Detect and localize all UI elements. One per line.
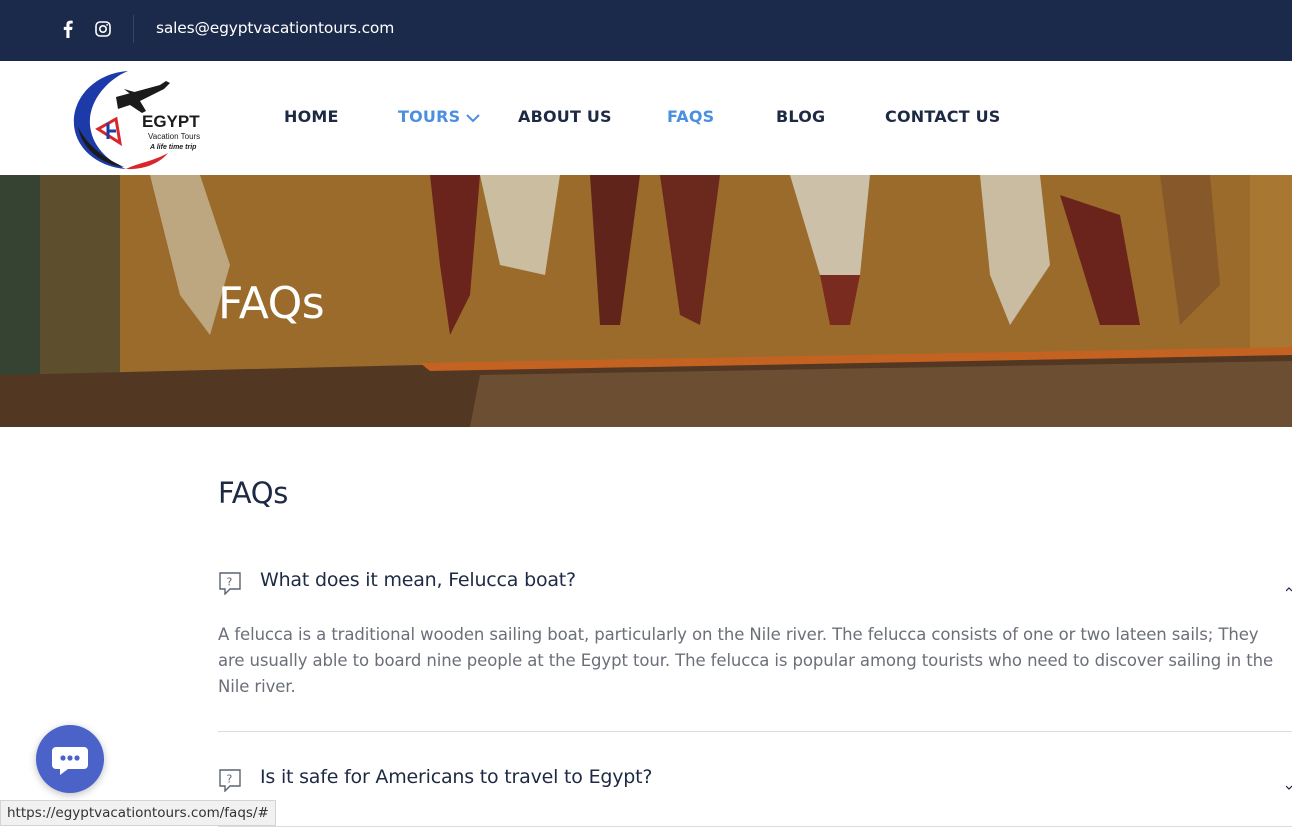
faq-question-2[interactable]: Is it safe for Americans to travel to Eg… — [260, 766, 652, 788]
browser-status-url: https://egyptvacationtours.com/faqs/# — [0, 800, 276, 826]
faq-question-1[interactable]: What does it mean, Felucca boat? — [260, 569, 576, 591]
nav-about-us[interactable]: ABOUT US — [518, 107, 612, 126]
svg-text:?: ? — [227, 773, 233, 786]
nav-tours[interactable]: TOURS — [398, 107, 460, 126]
question-icon: ? — [218, 571, 242, 596]
topbar-divider — [133, 15, 134, 43]
expand-icon[interactable] — [1285, 775, 1292, 790]
logo-line3: A life time trip — [149, 144, 197, 151]
logo-brand: EGYPT — [142, 112, 200, 131]
nav-home[interactable]: HOME — [284, 107, 339, 126]
main-header: EGYPT Vacation Tours A life time trip HO… — [0, 61, 1292, 175]
hero-background-image — [0, 175, 1292, 427]
collapse-icon[interactable] — [1285, 578, 1292, 592]
page-title: FAQs — [218, 476, 289, 510]
top-bar: sales@egyptvacationtours.com — [0, 0, 1292, 61]
faq-answer-1: A felucca is a traditional wooden sailin… — [218, 625, 1274, 696]
email-link[interactable]: sales@egyptvacationtours.com — [156, 19, 394, 37]
question-icon: ? — [218, 768, 242, 793]
instagram-icon[interactable] — [93, 18, 113, 40]
chat-bubble-icon — [52, 747, 88, 775]
nav-faqs[interactable]: FAQS — [667, 107, 714, 126]
svg-text:?: ? — [227, 576, 233, 589]
hero-banner: FAQs — [0, 175, 1292, 427]
faq-divider — [218, 826, 1292, 827]
chat-button[interactable] — [36, 725, 104, 793]
logo-line2: Vacation Tours — [148, 132, 200, 141]
nav-contact-us[interactable]: CONTACT US — [885, 107, 1001, 126]
site-logo[interactable]: EGYPT Vacation Tours A life time trip — [68, 67, 210, 171]
faq-divider — [218, 731, 1292, 732]
facebook-icon[interactable] — [58, 18, 78, 40]
chevron-down-icon[interactable] — [465, 110, 481, 124]
hero-title: FAQs — [218, 278, 325, 329]
nav-blog[interactable]: BLOG — [776, 107, 825, 126]
